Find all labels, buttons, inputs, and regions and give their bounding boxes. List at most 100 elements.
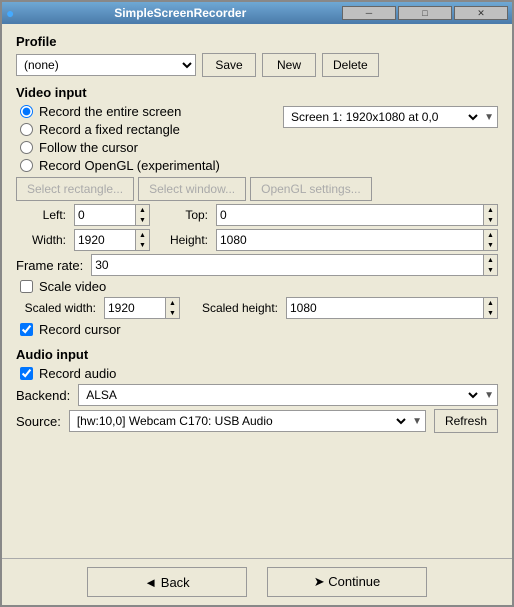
scale-video-label: Scale video bbox=[39, 279, 106, 294]
backend-select-wrap[interactable]: ALSA PulseAudio ▼ bbox=[78, 384, 498, 406]
content-area: Profile (none) Save New Delete Video inp… bbox=[2, 24, 512, 558]
select-rectangle-button[interactable]: Select rectangle... bbox=[16, 177, 134, 201]
radio-entire-screen-row: Record the entire screen bbox=[20, 104, 220, 119]
new-button[interactable]: New bbox=[262, 53, 316, 77]
width-label: Width: bbox=[16, 233, 66, 247]
scaled-width-wrap[interactable]: ▲ ▼ bbox=[104, 297, 180, 319]
height-down[interactable]: ▼ bbox=[483, 240, 497, 250]
profile-section: Profile (none) Save New Delete bbox=[16, 34, 498, 77]
scaled-width-input[interactable] bbox=[105, 298, 165, 318]
profile-title: Profile bbox=[16, 34, 498, 49]
video-top-row: Record the entire screen Record a fixed … bbox=[16, 104, 498, 173]
profile-select-wrap[interactable]: (none) bbox=[16, 54, 196, 76]
height-input[interactable] bbox=[217, 230, 483, 250]
height-label: Height: bbox=[158, 233, 208, 247]
window-controls: ─ □ ✕ bbox=[342, 6, 508, 20]
maximize-button[interactable]: □ bbox=[398, 6, 452, 20]
left-input-wrap[interactable]: ▲ ▼ bbox=[74, 204, 150, 226]
select-window-button[interactable]: Select window... bbox=[138, 177, 246, 201]
scaled-height-input[interactable] bbox=[287, 298, 483, 318]
framerate-label: Frame rate: bbox=[16, 258, 83, 273]
framerate-row: Frame rate: ▲ ▼ bbox=[16, 254, 498, 276]
radio-opengl-row: Record OpenGL (experimental) bbox=[20, 158, 220, 173]
refresh-button[interactable]: Refresh bbox=[434, 409, 498, 433]
record-cursor-row: Record cursor bbox=[20, 322, 498, 337]
backend-select[interactable]: ALSA PulseAudio bbox=[79, 385, 481, 405]
left-down[interactable]: ▼ bbox=[135, 215, 149, 225]
backend-select-arrow: ▼ bbox=[481, 390, 497, 401]
radio-entire-screen[interactable] bbox=[20, 105, 33, 118]
framerate-spin: ▲ ▼ bbox=[483, 255, 497, 275]
width-spin: ▲ ▼ bbox=[135, 230, 149, 250]
width-input[interactable] bbox=[75, 230, 135, 250]
record-audio-row: Record audio bbox=[20, 366, 498, 381]
scaled-height-spin: ▲ ▼ bbox=[483, 298, 497, 318]
left-up[interactable]: ▲ bbox=[135, 205, 149, 215]
radio-follow-cursor[interactable] bbox=[20, 141, 33, 154]
scaled-row: Scaled width: ▲ ▼ Scaled height: ▲ ▼ bbox=[16, 297, 498, 319]
screen-select[interactable]: Screen 1: 1920x1080 at 0,0 bbox=[284, 107, 481, 127]
profile-row: (none) Save New Delete bbox=[16, 53, 498, 77]
left-spin: ▲ ▼ bbox=[135, 205, 149, 225]
framerate-up[interactable]: ▲ bbox=[483, 255, 497, 265]
framerate-input[interactable] bbox=[92, 255, 483, 275]
main-window: ● SimpleScreenRecorder ─ □ ✕ Profile (no… bbox=[0, 0, 514, 607]
width-up[interactable]: ▲ bbox=[135, 230, 149, 240]
close-button[interactable]: ✕ bbox=[454, 6, 508, 20]
scaled-height-up[interactable]: ▲ bbox=[483, 298, 497, 308]
audio-input-section: Audio input Record audio Backend: ALSA P… bbox=[16, 347, 498, 433]
scaled-width-down[interactable]: ▼ bbox=[165, 308, 179, 318]
scaled-height-wrap[interactable]: ▲ ▼ bbox=[286, 297, 498, 319]
width-input-wrap[interactable]: ▲ ▼ bbox=[74, 229, 150, 251]
continue-button[interactable]: ➤ Continue bbox=[267, 567, 427, 597]
record-audio-checkbox[interactable] bbox=[20, 367, 33, 380]
left-top-row: Left: ▲ ▼ Top: ▲ ▼ bbox=[16, 204, 498, 226]
scaled-width-label: Scaled width: bbox=[16, 301, 96, 315]
record-cursor-checkbox[interactable] bbox=[20, 323, 33, 336]
audio-input-title: Audio input bbox=[16, 347, 498, 362]
screen-select-arrow: ▼ bbox=[481, 112, 497, 123]
radio-opengl-label: Record OpenGL (experimental) bbox=[39, 158, 220, 173]
top-down[interactable]: ▼ bbox=[483, 215, 497, 225]
backend-label: Backend: bbox=[16, 388, 70, 403]
radio-follow-cursor-label: Follow the cursor bbox=[39, 140, 138, 155]
record-cursor-label: Record cursor bbox=[39, 322, 121, 337]
window-title: SimpleScreenRecorder bbox=[18, 6, 342, 20]
screen-select-wrap[interactable]: Screen 1: 1920x1080 at 0,0 ▼ bbox=[283, 106, 498, 128]
left-label: Left: bbox=[16, 208, 66, 222]
radio-follow-cursor-row: Follow the cursor bbox=[20, 140, 220, 155]
scaled-height-down[interactable]: ▼ bbox=[483, 308, 497, 318]
backend-row: Backend: ALSA PulseAudio ▼ bbox=[16, 384, 498, 406]
save-button[interactable]: Save bbox=[202, 53, 256, 77]
source-label: Source: bbox=[16, 414, 61, 429]
profile-select[interactable]: (none) bbox=[17, 55, 195, 75]
titlebar: ● SimpleScreenRecorder ─ □ ✕ bbox=[2, 2, 512, 24]
width-down[interactable]: ▼ bbox=[135, 240, 149, 250]
delete-button[interactable]: Delete bbox=[322, 53, 379, 77]
left-input[interactable] bbox=[75, 205, 135, 225]
top-input[interactable] bbox=[217, 205, 483, 225]
top-input-wrap[interactable]: ▲ ▼ bbox=[216, 204, 498, 226]
scaled-width-spin: ▲ ▼ bbox=[165, 298, 179, 318]
framerate-down[interactable]: ▼ bbox=[483, 265, 497, 275]
source-select-wrap[interactable]: [hw:10,0] Webcam C170: USB Audio ▼ bbox=[69, 410, 426, 432]
opengl-settings-button[interactable]: OpenGL settings... bbox=[250, 177, 372, 201]
scale-video-checkbox[interactable] bbox=[20, 280, 33, 293]
top-up[interactable]: ▲ bbox=[483, 205, 497, 215]
bottom-bar: ◄ Back ➤ Continue bbox=[2, 558, 512, 605]
source-row: Source: [hw:10,0] Webcam C170: USB Audio… bbox=[16, 409, 498, 433]
back-button[interactable]: ◄ Back bbox=[87, 567, 247, 597]
radio-opengl[interactable] bbox=[20, 159, 33, 172]
minimize-button[interactable]: ─ bbox=[342, 6, 396, 20]
radio-entire-screen-label: Record the entire screen bbox=[39, 104, 181, 119]
radio-fixed-rect[interactable] bbox=[20, 123, 33, 136]
scale-video-row: Scale video bbox=[20, 279, 498, 294]
scaled-width-up[interactable]: ▲ bbox=[165, 298, 179, 308]
video-input-title: Video input bbox=[16, 85, 498, 100]
height-spin: ▲ ▼ bbox=[483, 230, 497, 250]
height-up[interactable]: ▲ bbox=[483, 230, 497, 240]
scaled-height-label: Scaled height: bbox=[188, 301, 278, 315]
height-input-wrap[interactable]: ▲ ▼ bbox=[216, 229, 498, 251]
source-select[interactable]: [hw:10,0] Webcam C170: USB Audio bbox=[70, 411, 409, 431]
framerate-input-wrap[interactable]: ▲ ▼ bbox=[91, 254, 498, 276]
